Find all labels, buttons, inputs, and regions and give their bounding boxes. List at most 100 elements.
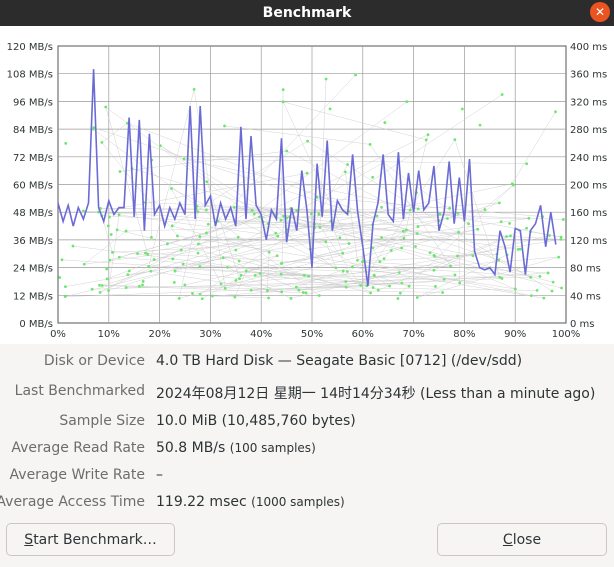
access-time-value: 119.22 msec bbox=[156, 494, 247, 510]
y-left-tick-label: 120 MB/s bbox=[7, 42, 53, 53]
access-time-point bbox=[223, 286, 227, 290]
start-benchmark-label: Start Benchmark… bbox=[24, 532, 156, 548]
access-time-point bbox=[127, 269, 131, 273]
read-rate-label: Average Read Rate bbox=[11, 440, 145, 456]
access-time-point bbox=[371, 175, 375, 179]
access-time-point bbox=[416, 207, 420, 211]
access-time-point bbox=[525, 226, 528, 230]
access-time-point bbox=[64, 285, 67, 289]
access-time-point bbox=[535, 289, 539, 292]
access-time-point bbox=[525, 162, 529, 166]
access-time-point bbox=[529, 294, 533, 298]
access-time-point bbox=[232, 205, 236, 209]
sample-size-value: 10.0 MiB (10,485,760 bytes) bbox=[156, 413, 356, 429]
access-time-point bbox=[376, 288, 380, 292]
access-time-point bbox=[244, 269, 248, 273]
title-bar: Benchmark ✕ bbox=[0, 0, 614, 26]
access-time-point bbox=[396, 297, 400, 300]
close-button[interactable]: Close bbox=[437, 523, 607, 556]
access-time-point bbox=[398, 291, 402, 295]
access-time-point bbox=[345, 270, 349, 273]
access-time-point bbox=[476, 227, 480, 231]
y-left-tick-label: 96 MB/s bbox=[13, 97, 53, 108]
y-right-tick-label: 200 ms bbox=[570, 181, 607, 192]
access-time-point bbox=[513, 287, 517, 291]
access-time-point bbox=[297, 288, 301, 292]
access-time-point bbox=[267, 250, 271, 254]
chart-svg: 0 MB/s 12 MB/s 24 MB/s 36 MB/s 48 MB/s 60 MB/… bbox=[7, 42, 608, 340]
access-time-point bbox=[546, 271, 550, 275]
access-time-point bbox=[432, 268, 436, 272]
access-time-point bbox=[98, 290, 102, 294]
access-time-point bbox=[236, 235, 240, 239]
access-time-point bbox=[306, 139, 309, 143]
access-time-point bbox=[471, 254, 475, 258]
y-right-tick-label: 320 ms bbox=[570, 97, 607, 108]
access-time-point bbox=[478, 123, 482, 127]
access-time-point bbox=[344, 285, 348, 289]
access-time-point bbox=[344, 280, 348, 284]
access-time-point bbox=[560, 286, 563, 290]
access-time-point bbox=[58, 276, 62, 279]
access-time-point bbox=[388, 284, 392, 288]
access-time-point bbox=[111, 250, 114, 254]
window-title: Benchmark bbox=[262, 5, 352, 21]
access-time-point bbox=[307, 274, 310, 278]
access-time-point bbox=[198, 235, 202, 239]
access-time-point bbox=[281, 88, 285, 92]
y-right-tick-label: 400 ms bbox=[570, 42, 607, 53]
close-window-button[interactable]: ✕ bbox=[590, 2, 610, 22]
access-time-point bbox=[550, 289, 554, 293]
access-time-point bbox=[177, 297, 181, 300]
access-time-point bbox=[137, 284, 141, 288]
access-time-point bbox=[548, 234, 551, 237]
access-time-point bbox=[304, 291, 308, 295]
sample-size-label: Sample Size bbox=[59, 413, 145, 429]
access-time-point bbox=[166, 242, 169, 246]
y-left-tick-label: 12 MB/s bbox=[13, 291, 53, 302]
access-time-point bbox=[234, 279, 238, 282]
access-time-point bbox=[483, 208, 487, 211]
access-time-point bbox=[438, 212, 442, 216]
access-time-point bbox=[424, 138, 428, 142]
access-time-point bbox=[432, 253, 436, 257]
access-time-point bbox=[181, 262, 185, 266]
y-right-tick-label: 240 ms bbox=[570, 153, 607, 164]
x-tick-label: 70% bbox=[402, 329, 424, 340]
access-time-point bbox=[233, 295, 237, 299]
access-time-point bbox=[351, 265, 354, 269]
access-time-point bbox=[529, 275, 533, 279]
access-time-point bbox=[279, 218, 283, 222]
access-time-point bbox=[237, 259, 241, 263]
access-time-point bbox=[205, 180, 209, 184]
access-time-point bbox=[211, 294, 214, 298]
access-time-point bbox=[449, 264, 453, 268]
access-time-point bbox=[305, 171, 309, 175]
access-time-point bbox=[401, 229, 405, 233]
access-time-point bbox=[369, 291, 373, 295]
access-time-point bbox=[310, 212, 313, 216]
y-left-tick-label: 48 MB/s bbox=[13, 208, 53, 219]
access-time-point bbox=[347, 242, 351, 245]
write-rate-value: – bbox=[156, 467, 163, 483]
access-time-point bbox=[267, 296, 271, 300]
access-time-point bbox=[206, 222, 210, 226]
access-time-point bbox=[158, 144, 162, 148]
access-time-point bbox=[408, 208, 412, 212]
access-time-point bbox=[219, 282, 223, 286]
y-left-tick-label: 0 MB/s bbox=[19, 319, 53, 330]
y-left-tick-label: 24 MB/s bbox=[13, 264, 53, 275]
start-benchmark-button[interactable]: Start Benchmark… bbox=[6, 523, 175, 556]
access-time-point bbox=[252, 212, 256, 216]
x-tick-label: 80% bbox=[453, 329, 475, 340]
access-time-point bbox=[100, 284, 104, 287]
access-time-point bbox=[456, 254, 459, 258]
access-time-point bbox=[301, 291, 305, 294]
access-time-point bbox=[141, 283, 144, 287]
access-time-point bbox=[527, 216, 531, 220]
access-time-label: Average Access Time bbox=[0, 494, 145, 510]
access-time-point bbox=[82, 209, 85, 213]
y-left-tick-label: 84 MB/s bbox=[13, 125, 53, 136]
y-right-tick-label: 360 ms bbox=[570, 70, 607, 81]
access-time-point bbox=[456, 211, 460, 215]
